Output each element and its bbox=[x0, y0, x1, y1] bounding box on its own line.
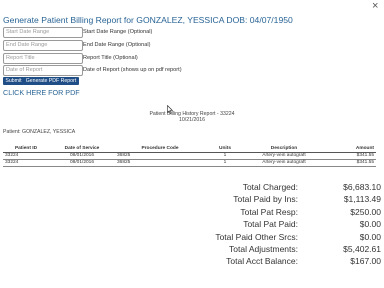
col-date-of-service: Date of Service bbox=[64, 146, 100, 151]
total-pat-paid-value: $0.00 bbox=[359, 219, 381, 230]
col-patient-id: Patient ID bbox=[14, 146, 38, 151]
total-acct-balance-label: Total Acct Balance: bbox=[226, 256, 298, 267]
total-pat-paid-row: Total Pat Paid: $0.00 bbox=[150, 219, 381, 231]
col-procedure-code: Procedure Code bbox=[141, 146, 179, 151]
col-description: Description bbox=[270, 146, 298, 151]
total-pat-resp-row: Total Pat Resp: $250.00 bbox=[150, 207, 381, 219]
cell-procedure-code: 36825 bbox=[117, 153, 131, 158]
total-adjustments-value: $5,402.61 bbox=[343, 243, 381, 254]
date-of-report-label: Date of Report (shows up on pdf report) bbox=[83, 67, 182, 73]
total-adjustments-label: Total Adjustments: bbox=[229, 243, 298, 254]
report-date: 10/21/2016 bbox=[179, 117, 205, 123]
generate-pdf-button[interactable]: Generate PDF Report bbox=[23, 77, 79, 85]
date-of-report-input[interactable]: Date of Report bbox=[3, 65, 83, 76]
col-amount: Amount bbox=[355, 146, 374, 151]
cell-units: 1 bbox=[223, 153, 227, 158]
total-paid-other-label: Total Paid Other Srcs: bbox=[215, 231, 298, 242]
total-paid-other-row: Total Paid Other Srcs: $0.00 bbox=[150, 232, 381, 244]
total-paid-ins-value: $1,113.49 bbox=[343, 194, 381, 205]
cell-amount: $341.55 bbox=[356, 160, 374, 165]
total-charged-value: $6,683.10 bbox=[343, 182, 381, 192]
end-date-label: End Date Range (Optional) bbox=[83, 42, 151, 48]
total-paid-other-value: $0.00 bbox=[359, 231, 381, 242]
table-row: 33224 08/01/2016 36825 1 Artery-vein aut… bbox=[3, 153, 376, 160]
start-date-input[interactable]: Start Date Range bbox=[3, 27, 83, 38]
total-charged-row: Total Charged: $6,683.10 bbox=[150, 182, 381, 194]
close-icon[interactable]: × bbox=[372, 1, 378, 12]
total-acct-balance-value: $167.00 bbox=[350, 256, 381, 267]
table-row: 33224 08/01/2016 36825 1 Artery-vein aut… bbox=[3, 160, 376, 167]
total-acct-balance-row: Total Acct Balance: $167.00 bbox=[150, 256, 381, 268]
cell-patient-id: 33224 bbox=[5, 160, 19, 165]
total-pat-resp-value: $250.00 bbox=[350, 206, 381, 217]
cell-amount: $341.55 bbox=[356, 153, 374, 158]
cell-description: Artery-vein autograft bbox=[262, 160, 306, 165]
end-date-input[interactable]: End Date Range bbox=[3, 40, 83, 51]
billing-history-table: Patient ID Date of Service Procedure Cod… bbox=[3, 145, 376, 167]
dialog-title: Generate Patient Billing Report for GONZ… bbox=[3, 15, 293, 25]
cell-description: Artery-vein autograft bbox=[262, 153, 306, 158]
cell-units: 1 bbox=[223, 160, 227, 165]
cell-patient-id: 33224 bbox=[5, 153, 19, 158]
submit-button[interactable]: Submit bbox=[3, 77, 24, 85]
total-paid-ins-label: Total Paid by Ins: bbox=[233, 194, 298, 205]
table-header-row: Patient ID Date of Service Procedure Cod… bbox=[3, 145, 376, 153]
totals-summary: Total Charged: $6,683.10 Total Paid by I… bbox=[150, 182, 381, 269]
total-paid-ins-row: Total Paid by Ins: $1,113.49 bbox=[150, 194, 381, 206]
total-charged-label: Total Charged: bbox=[242, 182, 298, 192]
total-pat-resp-label: Total Pat Resp: bbox=[240, 206, 298, 217]
start-date-label: Start Date Range (Optional) bbox=[83, 29, 153, 35]
total-pat-paid-label: Total Pat Paid: bbox=[243, 219, 298, 230]
cell-date-of-service: 08/01/2016 bbox=[69, 153, 94, 158]
pdf-link[interactable]: CLICK HERE FOR PDF bbox=[3, 88, 80, 97]
cell-date-of-service: 08/01/2016 bbox=[69, 160, 94, 165]
cell-procedure-code: 36825 bbox=[117, 160, 131, 165]
col-units: Units bbox=[219, 146, 231, 151]
report-title-label: Report Title (Optional) bbox=[83, 55, 138, 61]
report-title-input[interactable]: Report Title bbox=[3, 53, 83, 64]
total-adjustments-row: Total Adjustments: $5,402.61 bbox=[150, 244, 381, 256]
patient-line: Patient: GONZALEZ, YESSICA bbox=[3, 129, 76, 135]
